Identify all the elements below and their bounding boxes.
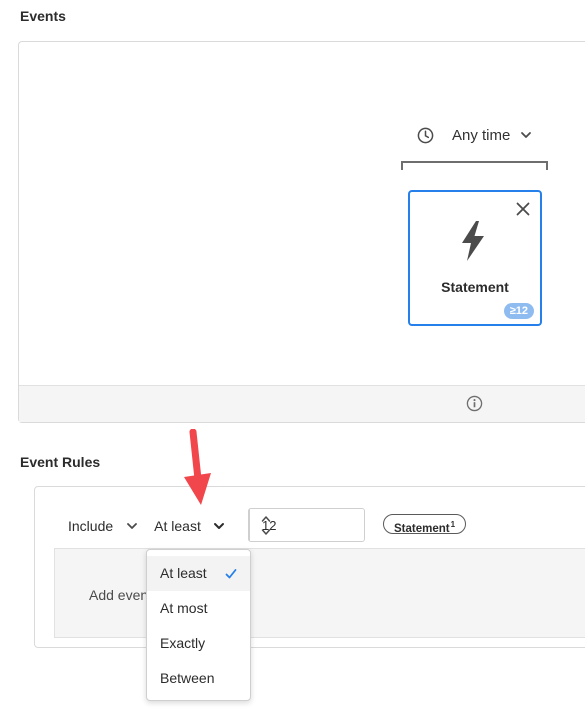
event-count-badge: ≥12	[503, 303, 534, 319]
include-dropdown-label: Include	[68, 518, 114, 534]
statement-tag[interactable]: Statement1	[383, 514, 467, 535]
chevron-down-icon	[127, 523, 138, 529]
menu-item-at-most[interactable]: At most	[147, 591, 250, 626]
lightning-bolt-icon	[462, 221, 484, 261]
event-card-label: Statement	[441, 279, 509, 295]
chevron-down-icon[interactable]	[261, 528, 271, 536]
menu-item-label: At most	[160, 600, 208, 616]
add-event-area: Add even	[54, 548, 585, 638]
add-event-prompt: Add even	[89, 587, 149, 603]
chevron-down-icon	[213, 523, 224, 529]
menu-item-label: At least	[160, 565, 207, 581]
event-card-statement[interactable]: Statement ≥12	[408, 190, 542, 326]
close-icon[interactable]	[516, 202, 530, 216]
menu-item-label: Exactly	[160, 635, 206, 651]
event-rules-panel: Include At least Statement1 Add even	[34, 486, 585, 648]
menu-item-at-least[interactable]: At least	[147, 556, 250, 591]
time-range-bracket	[401, 161, 548, 170]
events-canvas: Any time Statement ≥12	[18, 41, 585, 423]
menu-item-exactly[interactable]: Exactly	[147, 626, 250, 661]
checkmark-icon	[225, 569, 237, 579]
events-footer	[19, 385, 585, 422]
chevron-up-icon[interactable]	[261, 515, 271, 523]
count-stepper[interactable]	[248, 508, 440, 542]
time-range-label: Any time	[452, 126, 511, 144]
comparator-dropdown-label: At least	[154, 518, 201, 534]
menu-item-between[interactable]: Between	[147, 661, 250, 696]
comparator-menu: At least At most Exactly Between	[146, 549, 251, 701]
statement-tag-superscript: 1	[450, 520, 456, 529]
chevron-down-icon	[521, 132, 532, 138]
clock-icon	[417, 127, 434, 143]
include-dropdown[interactable]: Include	[68, 518, 138, 534]
stepper-arrows[interactable]	[249, 509, 271, 541]
rule-row: Include At least	[68, 509, 225, 543]
annotation-arrow-icon	[184, 429, 211, 505]
events-section-title: Events	[20, 8, 66, 24]
comparator-dropdown[interactable]: At least	[154, 518, 225, 534]
time-range-dropdown[interactable]: Any time	[417, 124, 532, 146]
event-rules-title: Event Rules	[20, 454, 101, 470]
info-icon[interactable]	[466, 395, 483, 412]
menu-item-label: Between	[160, 670, 215, 686]
statement-tag-label: Statement	[394, 522, 450, 535]
